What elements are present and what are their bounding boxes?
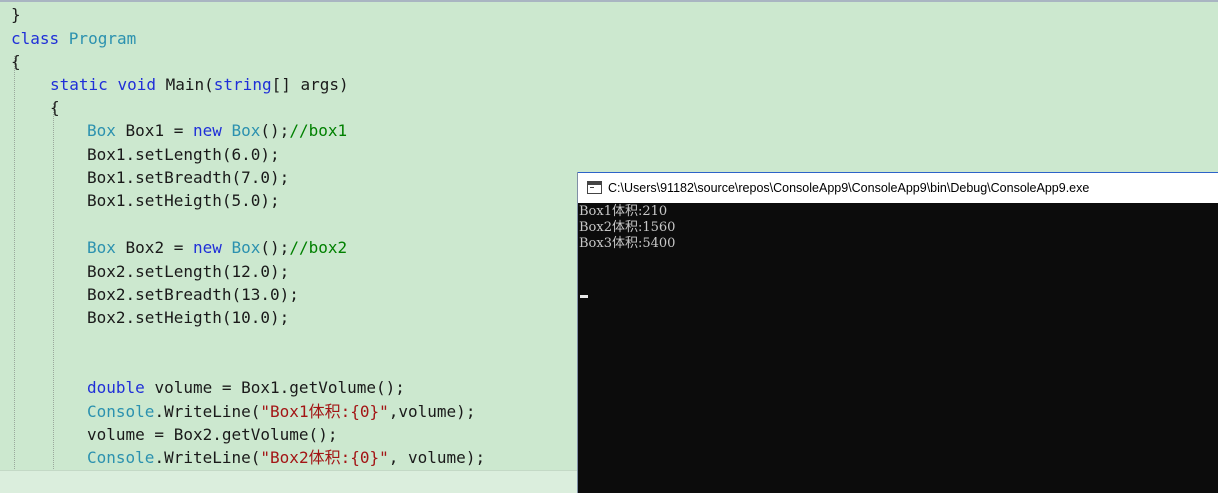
console-app-icon <box>587 181 602 194</box>
indent-guide <box>14 56 15 493</box>
code-token: Box1.setBreadth(7.0); <box>87 168 290 187</box>
code-token: Box2 = <box>115 238 193 257</box>
code-token: //box1 <box>289 121 348 140</box>
code-token: "Box1体积:{0}" <box>260 402 389 421</box>
code-token: volume = Box2.getVolume(); <box>87 425 338 444</box>
code-token: Box2.setBreadth(13.0); <box>87 285 299 304</box>
code-token: Box1.setLength(6.0); <box>87 145 280 164</box>
code-line: Box Box2 = new Box();//box2 <box>87 236 347 259</box>
code-token: Console <box>87 402 155 421</box>
code-line: class Program <box>11 27 136 50</box>
console-output-line: Box2体积:1560 <box>579 220 676 235</box>
code-line: Box2.setLength(12.0); <box>87 260 289 283</box>
code-line: { <box>50 96 60 119</box>
code-token: Box2.setLength(12.0); <box>87 262 290 281</box>
code-token: Program <box>68 29 137 48</box>
code-token: Box <box>87 121 116 140</box>
code-token: (); <box>260 121 290 140</box>
code-token: volume = Box1.getVolume(); <box>154 378 405 397</box>
console-output: Box1体积:210 Box2体积:1560 Box3体积:5400 <box>578 204 1218 298</box>
code-token: static <box>50 75 118 94</box>
code-line: Box1.setBreadth(7.0); <box>87 166 289 189</box>
code-token: { <box>11 52 21 71</box>
code-token: (); <box>260 238 290 257</box>
console-titlebar[interactable]: C:\Users\91182\source\repos\ConsoleApp9\… <box>578 172 1218 203</box>
code-token: Box <box>231 238 261 257</box>
code-line: Box1.setLength(6.0); <box>87 143 280 166</box>
code-token: , volume); <box>388 448 486 467</box>
code-line: Box Box1 = new Box();//box1 <box>87 119 347 142</box>
console-window[interactable]: C:\Users\91182\source\repos\ConsoleApp9\… <box>577 172 1218 493</box>
code-token: { <box>50 98 60 117</box>
console-title: C:\Users\91182\source\repos\ConsoleApp9\… <box>608 181 1090 195</box>
code-token: string <box>213 75 272 94</box>
code-token: Console <box>87 448 155 467</box>
console-cursor <box>580 295 588 298</box>
console-output-line: Box3体积:5400 <box>579 236 676 251</box>
code-token: //box2 <box>289 238 348 257</box>
code-token: "Box2体积:{0}" <box>260 448 389 467</box>
code-line: static void Main(string[] args) <box>50 73 349 96</box>
code-line: double volume = Box1.getVolume(); <box>87 376 405 399</box>
code-token: Box <box>231 121 261 140</box>
code-line: } <box>11 3 21 26</box>
code-line: Box1.setHeigth(5.0); <box>87 189 280 212</box>
code-token: .WriteLine( <box>154 402 261 421</box>
code-token: void <box>117 75 166 94</box>
code-token: Box1.setHeigth(5.0); <box>87 191 280 210</box>
code-token: Box1 = <box>115 121 193 140</box>
code-token: [] args) <box>271 75 349 94</box>
code-token: new <box>192 238 232 257</box>
code-token: ,volume); <box>388 402 476 421</box>
code-token: Main( <box>165 75 214 94</box>
code-token: double <box>87 378 155 397</box>
indent-guide <box>53 103 54 493</box>
code-token: new <box>192 121 232 140</box>
code-token: Box <box>87 238 116 257</box>
code-line: Box2.setBreadth(13.0); <box>87 283 299 306</box>
code-line: Box2.setHeigth(10.0); <box>87 306 289 329</box>
editor-top-border <box>0 0 1218 2</box>
code-token: Box2.setHeigth(10.0); <box>87 308 290 327</box>
code-line: volume = Box2.getVolume(); <box>87 423 337 446</box>
code-token: } <box>11 5 21 24</box>
code-line: Console.WriteLine("Box2体积:{0}", volume); <box>87 446 485 469</box>
code-line: { <box>11 50 21 73</box>
code-token: .WriteLine( <box>154 448 261 467</box>
code-line: Console.WriteLine("Box1体积:{0}",volume); <box>87 400 475 423</box>
console-output-line: Box1体积:210 <box>579 204 668 219</box>
code-token: class <box>11 29 69 48</box>
